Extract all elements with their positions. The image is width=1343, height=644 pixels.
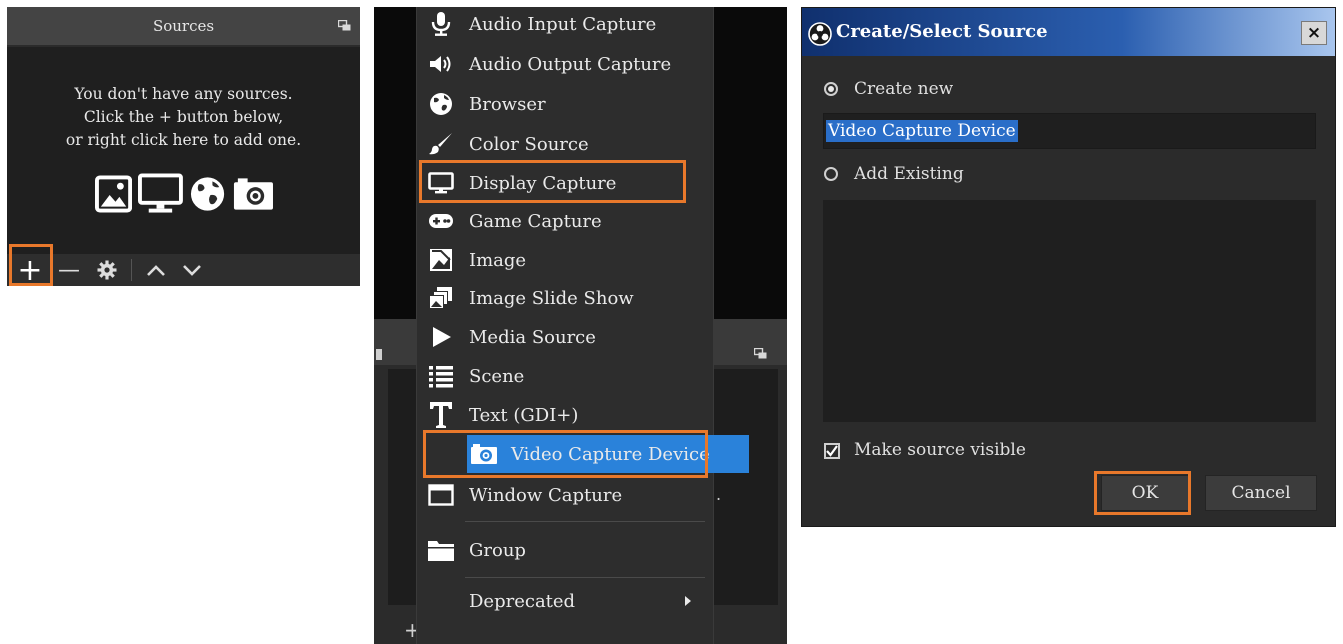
remove-source-label: — bbox=[58, 257, 80, 283]
create-new-radio[interactable] bbox=[824, 82, 838, 96]
paintbrush-icon bbox=[427, 131, 455, 157]
menu-item-audio-input-capture[interactable]: Audio Input Capture bbox=[417, 7, 715, 43]
menu-item-label: Image Slide Show bbox=[469, 287, 634, 309]
menu-item-label: Video Capture Device bbox=[511, 443, 710, 465]
source-properties-button[interactable] bbox=[89, 254, 125, 286]
menu-item-label: Audio Input Capture bbox=[469, 13, 657, 35]
menu-item-label: Scene bbox=[469, 365, 525, 387]
add-source-menu-panel: . + — ✱ ⌃ ⌄ Audio Input Capture bbox=[374, 7, 787, 644]
move-source-up-button[interactable] bbox=[139, 254, 173, 286]
dialog-titlebar: Create/Select Source × bbox=[802, 8, 1335, 56]
make-source-visible-label: Make source visible bbox=[854, 440, 1026, 460]
monitor-icon bbox=[427, 170, 455, 196]
sources-list[interactable]: You don't have any sources. Click the + … bbox=[7, 47, 360, 254]
empty-line-3: or right click here to add one. bbox=[65, 131, 302, 149]
menu-item-image[interactable]: Image bbox=[417, 241, 715, 279]
sources-panel-title-label: Sources bbox=[152, 17, 215, 35]
text-icon bbox=[427, 402, 455, 428]
cancel-button[interactable]: Cancel bbox=[1205, 475, 1317, 511]
empty-line-1: You don't have any sources. bbox=[74, 85, 293, 103]
source-name-value: Video Capture Device bbox=[826, 120, 1018, 142]
ok-button[interactable]: OK bbox=[1101, 475, 1189, 511]
close-icon: × bbox=[1306, 23, 1322, 43]
menu-item-text-gdi[interactable]: Text (GDI+) bbox=[417, 396, 715, 434]
camera-icon bbox=[470, 441, 498, 467]
sources-panel-title: Sources bbox=[7, 7, 360, 45]
menu-separator bbox=[465, 577, 705, 578]
sources-panel: Sources You don't have any sources. Clic… bbox=[7, 7, 360, 288]
menu-item-label: Game Capture bbox=[469, 210, 602, 232]
window-icon bbox=[427, 482, 455, 508]
menu-item-label: Audio Output Capture bbox=[469, 53, 672, 75]
menu-item-label: Image bbox=[469, 249, 527, 271]
add-source-button[interactable]: + bbox=[11, 252, 49, 288]
empty-sources-message: You don't have any sources. Click the + … bbox=[7, 83, 360, 152]
checkmark-icon bbox=[826, 445, 838, 457]
menu-item-label: Text (GDI+) bbox=[469, 404, 579, 426]
menu-item-label: Color Source bbox=[469, 133, 589, 155]
chevron-up-icon bbox=[147, 265, 165, 276]
play-icon bbox=[427, 324, 455, 350]
dialog-title: Create/Select Source bbox=[836, 21, 1048, 42]
folder-icon bbox=[427, 537, 455, 563]
undock-icon bbox=[376, 349, 382, 360]
chevron-right-icon bbox=[685, 596, 691, 606]
list-icon bbox=[427, 363, 455, 389]
toolbar-separator bbox=[131, 259, 132, 281]
undock-icon[interactable] bbox=[338, 20, 351, 31]
slideshow-icon bbox=[427, 285, 455, 311]
create-new-label: Create new bbox=[854, 79, 954, 99]
close-button[interactable]: × bbox=[1301, 21, 1327, 45]
remove-source-button[interactable]: — bbox=[51, 254, 87, 286]
globe-icon bbox=[190, 177, 225, 211]
existing-sources-list[interactable] bbox=[823, 200, 1316, 422]
image-icon bbox=[427, 247, 455, 273]
make-source-visible-checkbox[interactable] bbox=[824, 443, 840, 459]
globe-icon bbox=[427, 91, 455, 117]
menu-item-label: Display Capture bbox=[469, 172, 617, 194]
menu-item-scene[interactable]: Scene bbox=[417, 357, 715, 395]
add-existing-radio[interactable] bbox=[824, 167, 838, 181]
truncated-text: . bbox=[716, 485, 722, 504]
chevron-down-icon bbox=[183, 265, 201, 276]
menu-item-media-source[interactable]: Media Source bbox=[417, 318, 715, 356]
menu-item-label: Group bbox=[469, 539, 526, 561]
menu-separator bbox=[465, 521, 705, 522]
menu-item-game-capture[interactable]: Game Capture bbox=[417, 202, 715, 240]
menu-item-image-slide-show[interactable]: Image Slide Show bbox=[417, 279, 715, 317]
add-source-label: + bbox=[17, 252, 43, 288]
empty-source-icons bbox=[95, 173, 275, 215]
menu-item-group[interactable]: Group bbox=[417, 531, 715, 569]
add-source-context-menu[interactable]: Audio Input Capture Audio Output Capture bbox=[416, 7, 749, 644]
speaker-icon bbox=[427, 51, 455, 77]
menu-item-label: Deprecated bbox=[469, 590, 576, 612]
menu-item-video-capture-device[interactable]: Video Capture Device bbox=[467, 435, 749, 473]
create-select-source-dialog: Create/Select Source × Create new Video … bbox=[801, 7, 1336, 527]
gear-icon bbox=[97, 260, 117, 280]
microphone-icon bbox=[427, 11, 455, 37]
menu-item-window-capture[interactable]: Window Capture bbox=[417, 476, 715, 514]
menu-item-deprecated[interactable]: Deprecated bbox=[417, 582, 715, 620]
move-source-down-button[interactable] bbox=[175, 254, 209, 286]
obs-logo-icon bbox=[808, 22, 832, 46]
sources-toolbar: + — bbox=[7, 252, 360, 288]
menu-item-label: Media Source bbox=[469, 326, 596, 348]
menu-item-label: Browser bbox=[469, 93, 546, 115]
ok-button-label: OK bbox=[1131, 483, 1159, 503]
undock-icon[interactable] bbox=[754, 348, 767, 359]
menu-item-browser[interactable]: Browser bbox=[417, 85, 715, 123]
empty-line-2: Click the + button below, bbox=[83, 108, 284, 126]
menu-item-display-capture[interactable]: Display Capture bbox=[417, 164, 715, 202]
source-name-input[interactable]: Video Capture Device bbox=[823, 113, 1316, 149]
gamepad-icon bbox=[427, 208, 455, 234]
cancel-button-label: Cancel bbox=[1231, 483, 1291, 503]
monitor-icon bbox=[138, 173, 183, 213]
add-existing-label: Add Existing bbox=[854, 164, 964, 184]
menu-item-audio-output-capture[interactable]: Audio Output Capture bbox=[417, 45, 715, 83]
image-icon bbox=[95, 175, 133, 213]
camera-icon bbox=[233, 178, 274, 210]
menu-item-label: Window Capture bbox=[469, 484, 623, 506]
menu-item-color-source[interactable]: Color Source bbox=[417, 125, 715, 163]
